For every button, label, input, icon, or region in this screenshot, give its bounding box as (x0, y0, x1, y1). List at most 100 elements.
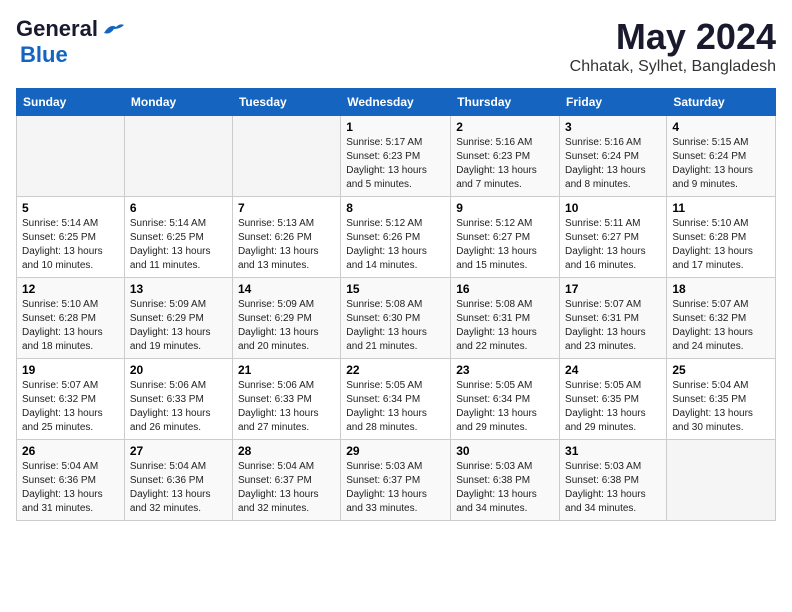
day-number: 7 (238, 201, 335, 215)
logo: General Blue (16, 16, 124, 68)
month-title: May 2024 (570, 16, 776, 58)
calendar-cell: 2 Sunrise: 5:16 AM Sunset: 6:23 PM Daylig… (451, 116, 560, 197)
day-header-wednesday: Wednesday (341, 89, 451, 116)
calendar-cell: 24Sunrise: 5:05 AM Sunset: 6:35 PM Dayli… (560, 359, 667, 440)
calendar-cell: 17Sunrise: 5:07 AM Sunset: 6:31 PM Dayli… (560, 278, 667, 359)
day-info: Sunrise: 5:07 AM Sunset: 6:32 PM Dayligh… (672, 298, 770, 354)
day-info: Sunrise: 5:12 AM Sunset: 6:26 PM Dayligh… (346, 217, 445, 273)
day-number: 17 (565, 282, 661, 296)
day-number: 26 (22, 444, 119, 458)
calendar-cell: 14 Sunrise: 5:09 AM Sunset: 6:29 PM Dayli… (232, 278, 340, 359)
day-info: Sunrise: 5:07 AM Sunset: 6:32 PM Dayligh… (22, 379, 119, 435)
day-info: Sunrise: 5:03 AM Sunset: 6:38 PM Dayligh… (565, 460, 661, 516)
day-info: Sunrise: 5:04 AM Sunset: 6:36 PM Dayligh… (22, 460, 119, 516)
calendar-cell: 15Sunrise: 5:08 AM Sunset: 6:30 PM Dayli… (341, 278, 451, 359)
day-number: 5 (22, 201, 119, 215)
day-info: Sunrise: 5:16 AM Sunset: 6:23 PM Dayligh… (456, 136, 554, 192)
day-info: Sunrise: 5:10 AM Sunset: 6:28 PM Dayligh… (672, 217, 770, 273)
day-number: 12 (22, 282, 119, 296)
day-info: Sunrise: 5:08 AM Sunset: 6:30 PM Dayligh… (346, 298, 445, 354)
day-info: Sunrise: 5:05 AM Sunset: 6:34 PM Dayligh… (346, 379, 445, 435)
calendar-cell (124, 116, 232, 197)
week-row-5: 26 Sunrise: 5:04 AM Sunset: 6:36 PM Dayli… (17, 440, 776, 521)
day-info: Sunrise: 5:04 AM Sunset: 6:35 PM Dayligh… (672, 379, 770, 435)
day-number: 1 (346, 120, 445, 134)
calendar-cell: 13 Sunrise: 5:09 AM Sunset: 6:29 PM Dayli… (124, 278, 232, 359)
day-number: 13 (130, 282, 227, 296)
day-number: 14 (238, 282, 335, 296)
day-number: 22 (346, 363, 445, 377)
day-info: Sunrise: 5:04 AM Sunset: 6:37 PM Dayligh… (238, 460, 335, 516)
calendar-cell: 8 Sunrise: 5:12 AM Sunset: 6:26 PM Daylig… (341, 197, 451, 278)
day-number: 6 (130, 201, 227, 215)
logo-blue: Blue (20, 42, 68, 67)
title-area: May 2024 Chhatak, Sylhet, Bangladesh (570, 16, 776, 76)
day-number: 8 (346, 201, 445, 215)
day-number: 20 (130, 363, 227, 377)
calendar-body: 1 Sunrise: 5:17 AM Sunset: 6:23 PM Daylig… (17, 116, 776, 521)
day-number: 21 (238, 363, 335, 377)
day-number: 31 (565, 444, 661, 458)
calendar-cell: 9Sunrise: 5:12 AM Sunset: 6:27 PM Daylig… (451, 197, 560, 278)
day-number: 3 (565, 120, 661, 134)
calendar-cell: 12 Sunrise: 5:10 AM Sunset: 6:28 PM Dayli… (17, 278, 125, 359)
week-row-1: 1 Sunrise: 5:17 AM Sunset: 6:23 PM Daylig… (17, 116, 776, 197)
day-number: 23 (456, 363, 554, 377)
calendar-cell: 21Sunrise: 5:06 AM Sunset: 6:33 PM Dayli… (232, 359, 340, 440)
day-number: 27 (130, 444, 227, 458)
calendar-cell: 3Sunrise: 5:16 AM Sunset: 6:24 PM Daylig… (560, 116, 667, 197)
calendar-cell: 20Sunrise: 5:06 AM Sunset: 6:33 PM Dayli… (124, 359, 232, 440)
day-number: 28 (238, 444, 335, 458)
day-info: Sunrise: 5:08 AM Sunset: 6:31 PM Dayligh… (456, 298, 554, 354)
calendar-cell (232, 116, 340, 197)
calendar-cell: 31 Sunrise: 5:03 AM Sunset: 6:38 PM Dayli… (560, 440, 667, 521)
day-info: Sunrise: 5:09 AM Sunset: 6:29 PM Dayligh… (238, 298, 335, 354)
day-info: Sunrise: 5:17 AM Sunset: 6:23 PM Dayligh… (346, 136, 445, 192)
calendar-cell: 29 Sunrise: 5:03 AM Sunset: 6:37 PM Dayli… (341, 440, 451, 521)
calendar-cell: 7 Sunrise: 5:13 AM Sunset: 6:26 PM Daylig… (232, 197, 340, 278)
calendar-table: SundayMondayTuesdayWednesdayThursdayFrid… (16, 88, 776, 521)
calendar-cell: 27 Sunrise: 5:04 AM Sunset: 6:36 PM Dayli… (124, 440, 232, 521)
calendar-cell: 4Sunrise: 5:15 AM Sunset: 6:24 PM Daylig… (667, 116, 776, 197)
week-row-2: 5 Sunrise: 5:14 AM Sunset: 6:25 PM Daylig… (17, 197, 776, 278)
calendar-cell: 10 Sunrise: 5:11 AM Sunset: 6:27 PM Dayli… (560, 197, 667, 278)
day-info: Sunrise: 5:05 AM Sunset: 6:35 PM Dayligh… (565, 379, 661, 435)
calendar-cell: 11 Sunrise: 5:10 AM Sunset: 6:28 PM Dayli… (667, 197, 776, 278)
day-info: Sunrise: 5:03 AM Sunset: 6:37 PM Dayligh… (346, 460, 445, 516)
calendar-cell: 26 Sunrise: 5:04 AM Sunset: 6:36 PM Dayli… (17, 440, 125, 521)
calendar-cell: 25Sunrise: 5:04 AM Sunset: 6:35 PM Dayli… (667, 359, 776, 440)
day-info: Sunrise: 5:13 AM Sunset: 6:26 PM Dayligh… (238, 217, 335, 273)
day-info: Sunrise: 5:03 AM Sunset: 6:38 PM Dayligh… (456, 460, 554, 516)
day-header-friday: Friday (560, 89, 667, 116)
calendar-cell: 5 Sunrise: 5:14 AM Sunset: 6:25 PM Daylig… (17, 197, 125, 278)
logo-bird-icon (102, 21, 124, 37)
day-header-sunday: Sunday (17, 89, 125, 116)
calendar-cell: 23 Sunrise: 5:05 AM Sunset: 6:34 PM Dayli… (451, 359, 560, 440)
day-number: 10 (565, 201, 661, 215)
day-info: Sunrise: 5:05 AM Sunset: 6:34 PM Dayligh… (456, 379, 554, 435)
calendar-cell: 6Sunrise: 5:14 AM Sunset: 6:25 PM Daylig… (124, 197, 232, 278)
day-info: Sunrise: 5:12 AM Sunset: 6:27 PM Dayligh… (456, 217, 554, 273)
day-number: 19 (22, 363, 119, 377)
calendar-cell: 1 Sunrise: 5:17 AM Sunset: 6:23 PM Daylig… (341, 116, 451, 197)
day-header-tuesday: Tuesday (232, 89, 340, 116)
day-number: 11 (672, 201, 770, 215)
day-info: Sunrise: 5:15 AM Sunset: 6:24 PM Dayligh… (672, 136, 770, 192)
day-info: Sunrise: 5:11 AM Sunset: 6:27 PM Dayligh… (565, 217, 661, 273)
calendar-cell: 18 Sunrise: 5:07 AM Sunset: 6:32 PM Dayli… (667, 278, 776, 359)
day-info: Sunrise: 5:14 AM Sunset: 6:25 PM Dayligh… (22, 217, 119, 273)
days-header: SundayMondayTuesdayWednesdayThursdayFrid… (17, 89, 776, 116)
day-info: Sunrise: 5:09 AM Sunset: 6:29 PM Dayligh… (130, 298, 227, 354)
week-row-3: 12 Sunrise: 5:10 AM Sunset: 6:28 PM Dayli… (17, 278, 776, 359)
day-number: 29 (346, 444, 445, 458)
location-subtitle: Chhatak, Sylhet, Bangladesh (570, 58, 776, 76)
day-number: 18 (672, 282, 770, 296)
day-info: Sunrise: 5:04 AM Sunset: 6:36 PM Dayligh… (130, 460, 227, 516)
week-row-4: 19 Sunrise: 5:07 AM Sunset: 6:32 PM Dayli… (17, 359, 776, 440)
calendar-cell: 16Sunrise: 5:08 AM Sunset: 6:31 PM Dayli… (451, 278, 560, 359)
day-info: Sunrise: 5:10 AM Sunset: 6:28 PM Dayligh… (22, 298, 119, 354)
day-number: 30 (456, 444, 554, 458)
day-number: 2 (456, 120, 554, 134)
calendar-cell: 28 Sunrise: 5:04 AM Sunset: 6:37 PM Dayli… (232, 440, 340, 521)
calendar-cell: 19 Sunrise: 5:07 AM Sunset: 6:32 PM Dayli… (17, 359, 125, 440)
